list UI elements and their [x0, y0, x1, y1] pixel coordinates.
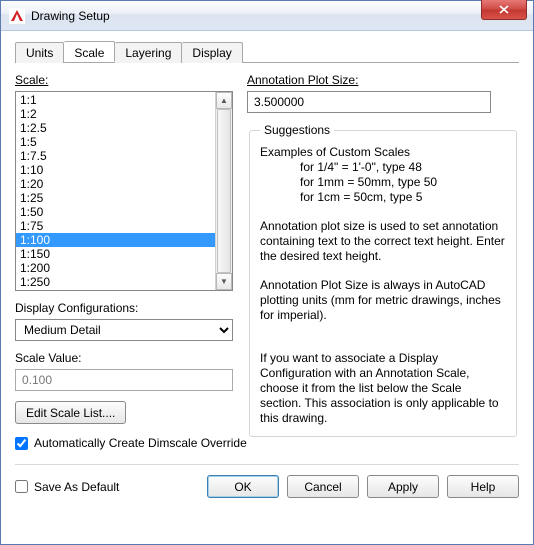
scale-list-item[interactable]: 1:200	[16, 261, 215, 275]
scale-list-item[interactable]: 1:2	[16, 107, 215, 121]
scroll-thumb[interactable]	[217, 109, 231, 273]
example-line: for 1/4" = 1'-0", type 48	[300, 160, 506, 175]
tab-units[interactable]: Units	[15, 42, 64, 63]
annotation-plot-size-label: Annotation Plot Size:	[247, 73, 519, 87]
scale-list-item[interactable]: 1:5	[16, 135, 215, 149]
suggestions-group: Suggestions Examples of Custom Scales fo…	[249, 123, 517, 437]
suggestions-para3: If you want to associate a Display Confi…	[260, 351, 506, 426]
scroll-up-icon[interactable]: ▲	[216, 92, 232, 109]
tab-scale[interactable]: Scale	[64, 41, 115, 62]
scale-list-item[interactable]: 1:20	[16, 177, 215, 191]
tab-display[interactable]: Display	[182, 42, 242, 63]
dimscale-override-label[interactable]: Automatically Create Dimscale Override	[34, 436, 247, 450]
suggestions-para1: Annotation plot size is used to set anno…	[260, 219, 506, 264]
scale-list-item[interactable]: 1:100	[16, 233, 215, 247]
scale-list-item[interactable]: 1:75	[16, 219, 215, 233]
save-as-default-label[interactable]: Save As Default	[34, 480, 119, 494]
scale-label: Scale:	[15, 73, 233, 87]
display-configurations-combo[interactable]: Medium Detail	[15, 319, 233, 341]
annotation-plot-size-field[interactable]	[247, 91, 491, 113]
scale-value-label: Scale Value:	[15, 351, 233, 365]
tab-layering[interactable]: Layering	[115, 42, 182, 63]
suggestions-legend: Suggestions	[260, 123, 334, 137]
scale-list-item[interactable]: 1:250	[16, 275, 215, 289]
window-title: Drawing Setup	[31, 9, 110, 23]
scale-list-item[interactable]: 1:50	[16, 205, 215, 219]
ok-button[interactable]: OK	[207, 475, 279, 498]
tabstrip: Units Scale Layering Display	[15, 41, 519, 63]
edit-scale-list-button[interactable]: Edit Scale List....	[15, 401, 126, 424]
left-column: Scale: 1:11:21:2.51:51:7.51:101:201:251:…	[15, 73, 233, 450]
scale-list-item[interactable]: 1:2.5	[16, 121, 215, 135]
scale-listbox[interactable]: 1:11:21:2.51:51:7.51:101:201:251:501:751…	[15, 91, 233, 291]
scroll-down-icon[interactable]: ▼	[216, 273, 232, 290]
scale-list-item[interactable]: 1:10	[16, 163, 215, 177]
scale-list-item[interactable]: 1:500	[16, 289, 215, 290]
save-as-default-checkbox[interactable]	[15, 480, 28, 493]
right-column: Annotation Plot Size: Suggestions Exampl…	[247, 73, 519, 450]
scale-list-item[interactable]: 1:7.5	[16, 149, 215, 163]
display-configurations-label: Display Configurations:	[15, 301, 233, 315]
app-icon	[9, 8, 25, 24]
examples-heading: Examples of Custom Scales	[260, 145, 506, 160]
suggestions-para2: Annotation Plot Size is always in AutoCA…	[260, 278, 506, 323]
dimscale-override-checkbox[interactable]	[15, 437, 28, 450]
apply-button[interactable]: Apply	[367, 475, 439, 498]
scale-list-item[interactable]: 1:150	[16, 247, 215, 261]
scale-value-field[interactable]	[15, 369, 233, 391]
close-button[interactable]	[481, 0, 527, 20]
client-area: Units Scale Layering Display Scale: 1:11…	[1, 31, 533, 510]
scale-list-item[interactable]: 1:1	[16, 93, 215, 107]
footer: Save As Default OK Cancel Apply Help	[15, 464, 519, 498]
scale-list-item[interactable]: 1:25	[16, 191, 215, 205]
titlebar: Drawing Setup	[1, 1, 533, 31]
scrollbar[interactable]: ▲ ▼	[215, 92, 232, 290]
help-button[interactable]: Help	[447, 475, 519, 498]
cancel-button[interactable]: Cancel	[287, 475, 359, 498]
example-line: for 1mm = 50mm, type 50	[300, 175, 506, 190]
example-line: for 1cm = 50cm, type 5	[300, 190, 506, 205]
